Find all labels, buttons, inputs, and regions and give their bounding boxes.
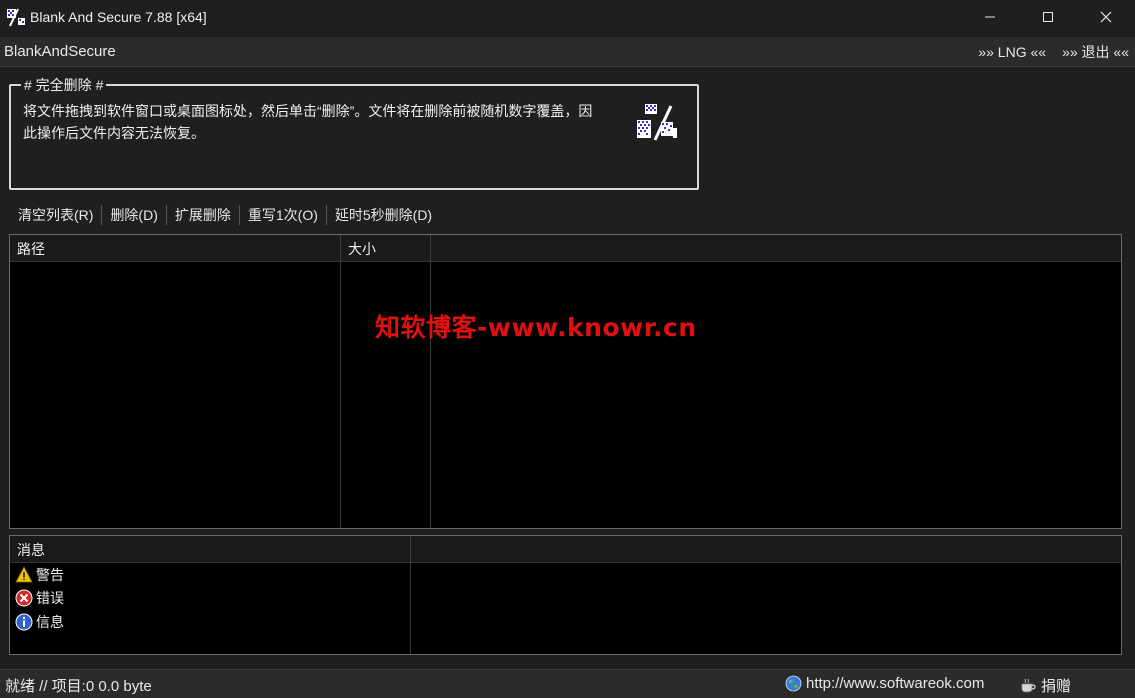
column-divider[interactable]	[340, 235, 341, 528]
delete-groupbox: # 完全删除 # 将文件拖拽到软件窗口或桌面图标处，然后单击“删除”。文件将在删…	[9, 75, 699, 190]
extended-delete-button[interactable]: 扩展删除	[167, 205, 239, 225]
toolbar: 清空列表(R) 删除(D) 扩展删除 重写1次(O) 延时5秒删除(D)	[10, 203, 440, 227]
close-button[interactable]	[1077, 0, 1135, 34]
groupbox-title: # 完全删除 #	[21, 75, 107, 95]
file-list[interactable]: 路径 大小	[9, 234, 1122, 529]
window-title: Blank And Secure 7.88 [x64]	[30, 9, 207, 25]
warning-icon	[15, 566, 33, 584]
minimize-button[interactable]	[961, 0, 1019, 34]
message-list-header: 消息	[10, 536, 1121, 563]
language-menu[interactable]: »» LNG ««	[978, 44, 1046, 60]
exit-menu[interactable]: »» 退出 ««	[1062, 42, 1129, 62]
column-header-message[interactable]: 消息	[10, 536, 410, 563]
error-icon	[15, 589, 33, 607]
clear-list-button[interactable]: 清空列表(R)	[10, 205, 101, 225]
message-label: 错误	[36, 590, 64, 606]
message-label: 警告	[36, 567, 64, 583]
website-link[interactable]: http://www.softwareok.com	[785, 675, 984, 692]
maximize-button[interactable]	[1019, 0, 1077, 34]
delete-button[interactable]: 删除(D)	[102, 205, 165, 225]
shredder-icon	[635, 102, 679, 146]
app-icon	[6, 7, 26, 27]
status-text: 就绪 // 项目:0 0.0 byte	[5, 678, 152, 695]
message-label: 信息	[36, 614, 64, 630]
file-list-header: 路径 大小	[10, 235, 1121, 262]
maximize-icon	[1043, 12, 1053, 22]
menu-bar: BlankAndSecure »» LNG «« »» 退出 ««	[0, 37, 1135, 67]
website-url[interactable]: http://www.softwareok.com	[806, 675, 984, 692]
column-divider[interactable]	[430, 235, 431, 528]
watermark-text: 知软博客-www.knowr.cn	[375, 313, 697, 342]
minimize-icon	[985, 16, 995, 18]
message-item-error[interactable]: 错误	[15, 587, 64, 609]
menu-app-name[interactable]: BlankAndSecure	[4, 43, 116, 60]
info-icon	[15, 613, 33, 631]
close-icon	[1100, 11, 1112, 23]
title-bar: Blank And Secure 7.88 [x64]	[0, 0, 1135, 34]
status-bar: 就绪 // 项目:0 0.0 byte http://www.softwareo…	[0, 669, 1135, 698]
column-header-empty[interactable]	[431, 235, 1121, 262]
delayed-delete-button[interactable]: 延时5秒删除(D)	[327, 205, 440, 225]
globe-icon	[785, 675, 802, 692]
donate-link[interactable]: 捐赠	[1020, 675, 1071, 696]
overwrite-button[interactable]: 重写1次(O)	[240, 205, 326, 225]
column-divider[interactable]	[410, 536, 411, 654]
message-item-warning[interactable]: 警告	[15, 564, 64, 586]
donate-label[interactable]: 捐赠	[1041, 675, 1071, 696]
message-item-info[interactable]: 信息	[15, 611, 64, 633]
coffee-cup-icon	[1020, 677, 1037, 694]
column-header-size[interactable]: 大小	[341, 235, 431, 262]
column-header-path[interactable]: 路径	[10, 235, 341, 262]
groupbox-description: 将文件拖拽到软件窗口或桌面图标处，然后单击“删除”。文件将在删除前被随机数字覆盖…	[23, 103, 593, 141]
message-list[interactable]: 消息 警告 错误 信息	[9, 535, 1122, 655]
